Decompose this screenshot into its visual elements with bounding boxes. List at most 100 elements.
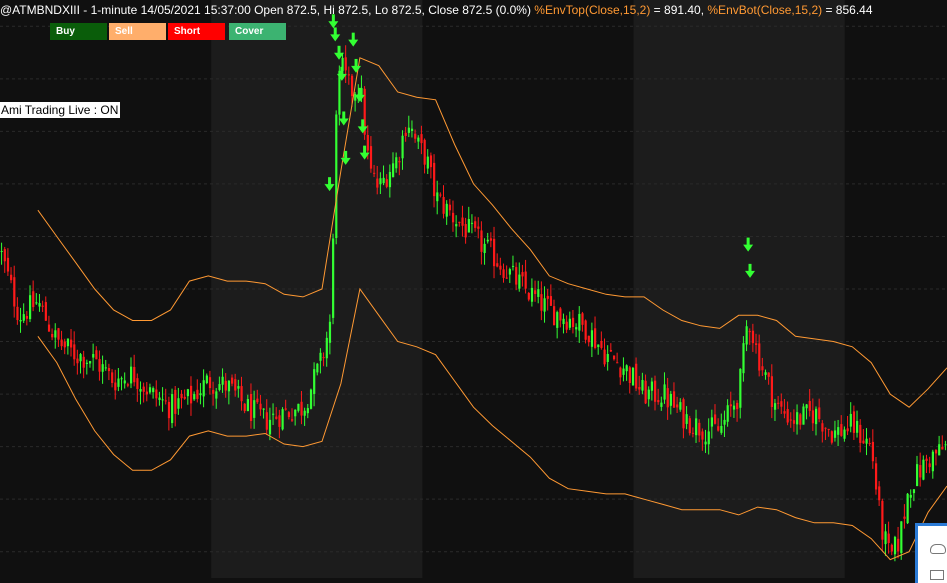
candle-body <box>139 389 142 392</box>
candle-body <box>890 544 893 552</box>
candle-body <box>199 393 202 396</box>
candle-body <box>663 384 666 400</box>
candle-body <box>174 389 177 414</box>
candle-body <box>549 296 553 306</box>
chart-canvas[interactable] <box>0 0 947 578</box>
candle-body <box>660 402 663 407</box>
candle-body <box>82 356 85 368</box>
candle-body <box>60 339 63 347</box>
candle-body <box>493 238 496 267</box>
candle-body <box>474 221 477 228</box>
candle-body <box>556 312 559 328</box>
candle-body <box>477 226 480 229</box>
candle-body <box>751 330 755 344</box>
candle-body <box>565 321 568 330</box>
candle-body <box>420 134 423 144</box>
candle-body <box>821 423 824 432</box>
candle-body <box>524 271 527 289</box>
candle-body <box>461 217 464 226</box>
candle-body <box>612 355 616 360</box>
notification-popup[interactable] <box>915 523 947 583</box>
candle-body <box>309 389 313 409</box>
candle-body <box>152 388 155 393</box>
candle-body <box>281 409 284 430</box>
candle-body <box>177 398 180 409</box>
candle-body <box>865 438 868 444</box>
candle-body <box>505 277 508 279</box>
candle-body <box>392 163 395 178</box>
candle-body <box>3 249 6 262</box>
candle-body <box>373 172 376 174</box>
folder-icon <box>930 570 944 580</box>
buy-button[interactable]: Buy <box>50 23 107 40</box>
candle-body <box>720 425 723 433</box>
candle-body <box>745 326 748 345</box>
cover-button[interactable]: Cover <box>229 23 286 40</box>
candle-body <box>322 357 325 359</box>
candle-body <box>919 465 922 478</box>
candle-body <box>934 450 938 454</box>
candle-body <box>297 403 300 411</box>
candle-body <box>552 306 556 326</box>
candle-body <box>395 157 398 169</box>
cloud-icon <box>930 544 946 554</box>
candle-body <box>638 387 641 390</box>
candle-body <box>808 401 811 411</box>
candle-body <box>669 393 672 406</box>
candle-body <box>436 192 439 202</box>
chart-area[interactable] <box>0 0 947 578</box>
candle-body <box>44 302 47 321</box>
candle-body <box>770 376 774 408</box>
candle-body <box>272 413 275 415</box>
candle-body <box>521 272 524 277</box>
candle-body <box>388 171 392 188</box>
candle-body <box>212 389 215 394</box>
candle-body <box>916 464 919 487</box>
candle-body <box>597 344 600 348</box>
candle-body <box>398 161 401 163</box>
candle-body <box>167 401 171 419</box>
candle-body <box>931 451 934 472</box>
candle-body <box>606 354 609 363</box>
candle-body <box>148 387 152 393</box>
candle-body <box>19 319 22 322</box>
candle-body <box>164 400 167 402</box>
candle-body <box>313 369 316 394</box>
candle-body <box>941 446 944 450</box>
candle-body <box>666 388 669 408</box>
candle-body <box>111 372 114 383</box>
candle-body <box>688 418 691 434</box>
candle-body <box>856 420 859 433</box>
candle-body <box>382 177 385 184</box>
candle-body <box>136 378 139 389</box>
candle-body <box>205 375 208 384</box>
candle-body <box>511 265 515 267</box>
candle-body <box>805 404 808 409</box>
candle-body <box>189 385 193 404</box>
candle-body <box>126 384 130 386</box>
candle-body <box>332 238 335 318</box>
candle-body <box>171 394 174 424</box>
candle-body <box>79 354 82 362</box>
candle-body <box>893 536 897 555</box>
candle-body <box>590 330 594 347</box>
candle-body <box>294 409 297 417</box>
candle-body <box>92 354 95 358</box>
candle-body <box>852 411 856 433</box>
candle-body <box>104 367 107 369</box>
candle-body <box>837 427 840 435</box>
candle-body <box>871 441 875 462</box>
candle-body <box>789 419 792 421</box>
candle-body <box>840 424 843 436</box>
candle-body <box>578 313 581 331</box>
candle-body <box>32 291 35 308</box>
candle-body <box>28 295 32 320</box>
sell-button[interactable]: Sell <box>109 23 166 40</box>
env-top-label: %EnvTop(Close,15,2) <box>534 3 651 17</box>
candle-body <box>76 358 79 364</box>
short-button[interactable]: Short <box>168 23 225 40</box>
candle-body <box>218 384 221 390</box>
candle-body <box>445 203 448 217</box>
candle-body <box>41 305 44 307</box>
candle-body <box>726 405 729 422</box>
